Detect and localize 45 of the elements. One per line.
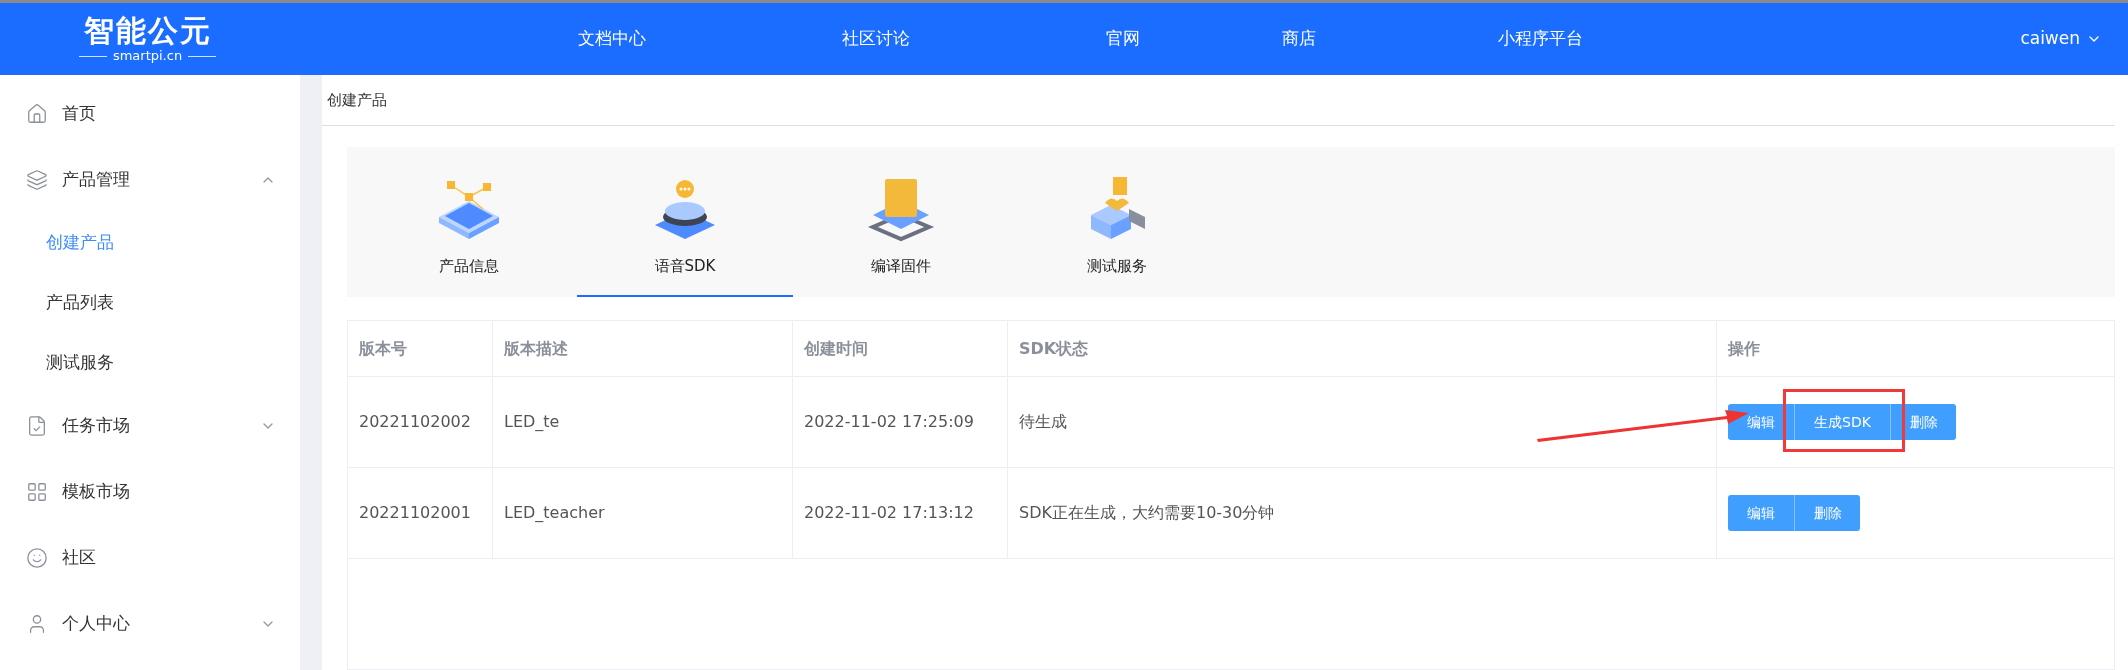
layers-icon [26, 169, 48, 191]
sidebar-item[interactable]: 产品管理 [0, 147, 300, 213]
step-tab[interactable]: 编译固件 [793, 147, 1009, 297]
table-cell: LED_te [493, 377, 793, 467]
logo-domain: smartpi.cn [112, 48, 183, 64]
column-header: 创建时间 [793, 321, 1008, 376]
logo[interactable]: 智能公元 smartpi.cn [80, 14, 215, 64]
nav-link[interactable]: 官网 [1008, 26, 1238, 52]
column-header: 操作 [1726, 337, 1761, 360]
table-cell: 2022-11-02 17:25:09 [793, 377, 1008, 467]
action-button[interactable]: 删除 [1794, 495, 1860, 531]
table-cell: 20221102002 [348, 377, 493, 467]
table-cell: 2022-11-02 17:13:12 [793, 468, 1008, 558]
column-header: 版本号 [348, 321, 493, 376]
sidebar-item[interactable]: 个人中心 [0, 591, 300, 657]
user-name[interactable]: caiwen [2020, 26, 2080, 52]
sidebar-subitem[interactable]: 产品列表 [0, 273, 300, 333]
action-button[interactable]: 编辑 [1728, 495, 1794, 531]
action-button[interactable]: 生成SDK [1794, 404, 1890, 440]
home-icon [26, 103, 48, 125]
nav-link[interactable]: 商店 [1238, 26, 1360, 52]
sidebar-item[interactable]: 首页 [0, 81, 300, 147]
table-cell: LED_teacher [493, 468, 793, 558]
column-header: 版本描述 [493, 321, 793, 376]
table-cell: 20221102001 [348, 468, 493, 558]
sidebar-item[interactable]: 模板市场 [0, 459, 300, 525]
breadcrumb: 创建产品 [327, 89, 387, 111]
nav-link[interactable]: 文档中心 [480, 26, 744, 52]
grid-icon [26, 481, 48, 503]
table-cell: SDK正在生成，大约需要10-30分钟 [1008, 468, 1717, 558]
step-tab[interactable]: 产品信息 [361, 147, 577, 297]
smiley-icon [26, 547, 48, 569]
step-tab[interactable]: 测试服务 [1009, 147, 1225, 297]
sidebar-subitem[interactable]: 测试服务 [0, 333, 300, 393]
checked-document-icon [26, 415, 48, 437]
action-button[interactable]: 删除 [1890, 404, 1956, 440]
action-button[interactable]: 编辑 [1728, 404, 1794, 440]
sidebar-item[interactable]: 社区 [0, 525, 300, 591]
logo-wordmark: 智能公元 [83, 14, 212, 48]
step-tab[interactable]: 语音SDK [577, 147, 793, 297]
nav-link[interactable]: 小程序平台 [1360, 26, 1720, 52]
nav-link[interactable]: 社区讨论 [744, 26, 1008, 52]
column-header: SDK状态 [1008, 321, 1717, 376]
sidebar-item[interactable]: 任务市场 [0, 393, 300, 459]
sidebar-subitem[interactable]: 创建产品 [0, 213, 300, 273]
